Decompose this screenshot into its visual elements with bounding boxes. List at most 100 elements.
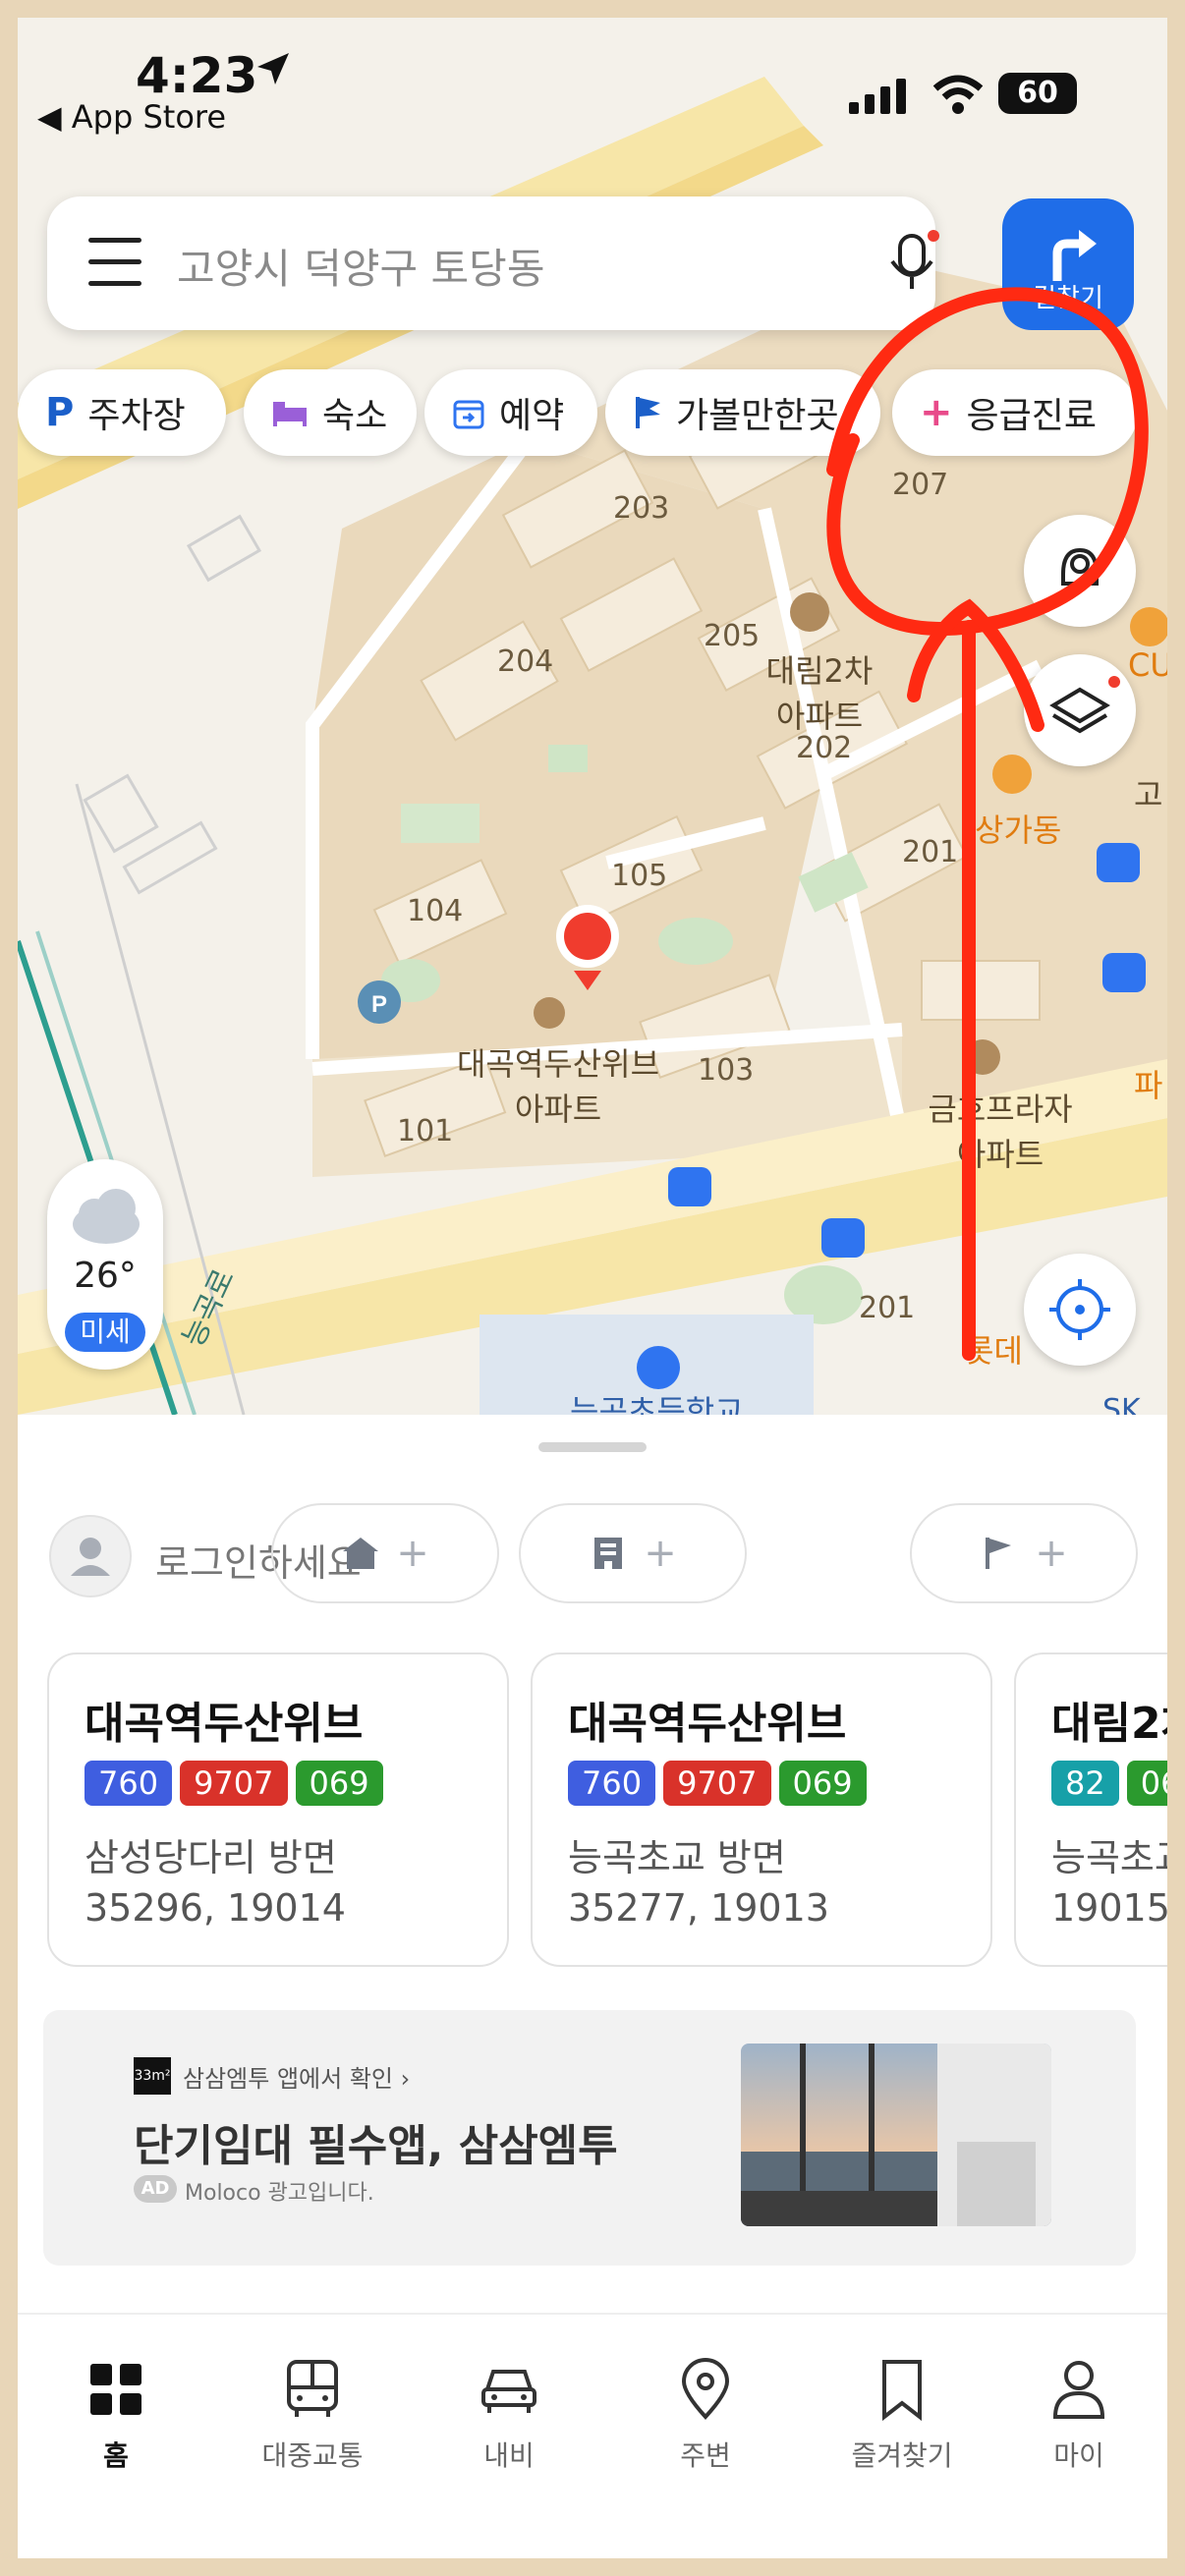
bus-route-badge: 069 [295,1761,383,1806]
map-building-label: 104 [407,894,464,928]
bus-route-badge: 82 [1051,1761,1119,1806]
location-arrow-icon [257,53,289,84]
bus-routes: 760 9707 069 [568,1761,867,1806]
bottom-sheet: 로그인하세요 + + + 대곡역두산위브 760 9707 069 삼성당다리 … [18,1415,1167,2558]
battery-indicator: 60 [998,73,1077,114]
chip-label: 주차장 [87,396,186,436]
chip-reservation[interactable]: 예약 [424,369,597,456]
layers-icon [1049,676,1120,734]
app-screen: P 203 204 205 207 202 201 105 104 103 10… [18,18,1167,2558]
map-poi-label: 대곡역두산위브 아파트 [456,1045,660,1128]
sheet-handle[interactable] [538,1442,647,1452]
flag-icon [986,1538,1012,1569]
advertiser-logo: 33m² [134,2057,171,2095]
svg-text:P: P [371,991,387,1018]
streetview-button[interactable] [1024,515,1136,627]
avatar[interactable] [49,1515,132,1597]
bus-route-badge: 069 [778,1761,867,1806]
chip-lodging[interactable]: 숙소 [244,369,417,456]
microphone-icon[interactable] [884,228,943,297]
tab-label: 주변 [680,2439,731,2472]
menu-icon[interactable] [88,238,141,289]
wifi-icon [932,75,984,114]
chip-label: 예약 [499,396,565,436]
chip-label: 가볼만한곳 [676,396,839,436]
map-poi-label: SK주유 [1102,1393,1141,1415]
chip-parking[interactable]: P 주차장 [18,369,226,456]
map-poi-label: 능곡초등학교 [570,1393,744,1415]
back-to-app-store[interactable]: ◀ App Store [37,98,226,136]
bus-stop-ids: 19015 [1051,1886,1167,1930]
map-poi-label: 고 [1134,776,1163,813]
tab-nearby[interactable]: 주변 [617,2350,794,2474]
cellular-signal-icon [849,79,906,114]
ad-banner[interactable]: 33m² 삼삼엠투 앱에서 확인 › 단기임대 필수앱, 삼삼엠투 AD Mol… [43,2010,1136,2266]
map-layers-button[interactable] [1024,654,1136,766]
parking-icon: P [45,390,75,435]
chip-label: 응급진료 [966,396,1097,436]
ad-note: Moloco 광고입니다. [185,2181,374,2206]
directions-button[interactable]: 길찾기 [1002,198,1134,330]
person-icon [71,1538,110,1576]
plus-sign: + [644,1531,677,1576]
ad-title: 단기임대 필수앱, 삼삼엠투 [134,2121,618,2171]
home-icon [343,1538,379,1569]
bus-stop-ids: 35277, 19013 [568,1886,829,1930]
bus-stop-card[interactable]: 대곡역두산위브 760 9707 069 삼성당다리 방면 35296, 190… [47,1652,509,1967]
bus-stop-card[interactable]: 대림2차 82 069 능곡초교 19015 [1014,1652,1167,1967]
weather-widget[interactable]: 26° 미세 [47,1159,163,1370]
tab-label: 홈 [103,2439,129,2472]
favorite-home-button[interactable]: + [271,1503,499,1603]
person-icon [1052,2361,1105,2419]
bus-route-badge: 760 [568,1761,656,1806]
bus-stop-card[interactable]: 대곡역두산위브 760 9707 069 능곡초교 방면 35277, 1901… [531,1652,992,1967]
car-icon [481,2370,536,2413]
map-building-label: 201 [902,835,959,869]
tab-label: 대중교통 [261,2439,364,2472]
tab-navigation[interactable]: 내비 [421,2350,597,2474]
tab-home[interactable]: 홈 [28,2350,204,2474]
map-building-label: 203 [613,491,670,526]
chip-emergency-care[interactable]: + 응급진료 [892,369,1138,456]
bus-stop-name: 대림2차 [1051,1699,1167,1749]
bus-route-badge: 9707 [663,1761,771,1806]
ad-badge: AD [134,2175,177,2203]
crosshair-icon [1049,1279,1110,1340]
bus-stop-direction: 능곡초교 [1051,1836,1167,1879]
tab-label: 즐겨찾기 [851,2439,953,2472]
bus-route-badge: 069 [1126,1761,1167,1806]
temperature: 26° [74,1256,137,1296]
search-input[interactable]: 고양시 덕양구 토당동 [177,236,544,296]
chip-places-to-visit[interactable]: 가볼만한곳 [605,369,880,456]
ad-image [741,2044,1051,2226]
map-poi-label: 대림2차 아파트 [765,652,874,735]
fine-dust-badge: 미세 [65,1313,145,1352]
directions-label: 길찾기 [1033,284,1103,313]
map-building-label: 105 [611,859,668,893]
map-building-label: 103 [698,1053,755,1088]
favorite-work-button[interactable]: + [519,1503,747,1603]
building-icon [594,1538,623,1569]
map-building-label: 207 [892,468,949,502]
pin-icon [681,2358,730,2420]
tab-transit[interactable]: 대중교통 [224,2350,401,2474]
favorite-place-button[interactable]: + [910,1503,1138,1603]
cloud-icon [73,1189,140,1244]
bus-stop-ids: 35296, 19014 [85,1886,346,1930]
flag-icon [636,397,660,428]
tab-my[interactable]: 마이 [990,2350,1167,2474]
apartment-photo [741,2044,1051,2226]
search-bar[interactable]: 고양시 덕양구 토당동 [47,196,939,330]
status-time: 4:23 [136,47,258,104]
tab-label: 마이 [1053,2439,1104,2472]
tab-favorites[interactable]: 즐겨찾기 [814,2350,990,2474]
bottom-tab-bar: 홈 대중교통 내비 주변 즐겨찾기 마이 [18,2313,1167,2558]
map-poi-label: 파 [1134,1067,1163,1104]
calendar-icon [453,400,484,429]
ad-source-link[interactable]: 삼삼엠투 앱에서 확인 › [183,2059,410,2094]
map-building-label: 204 [497,644,554,679]
map-building-label: 201 [859,1291,916,1325]
current-location-button[interactable] [1024,1254,1136,1366]
bus-stop-name: 대곡역두산위브 [568,1699,847,1749]
chip-label: 숙소 [322,396,388,436]
